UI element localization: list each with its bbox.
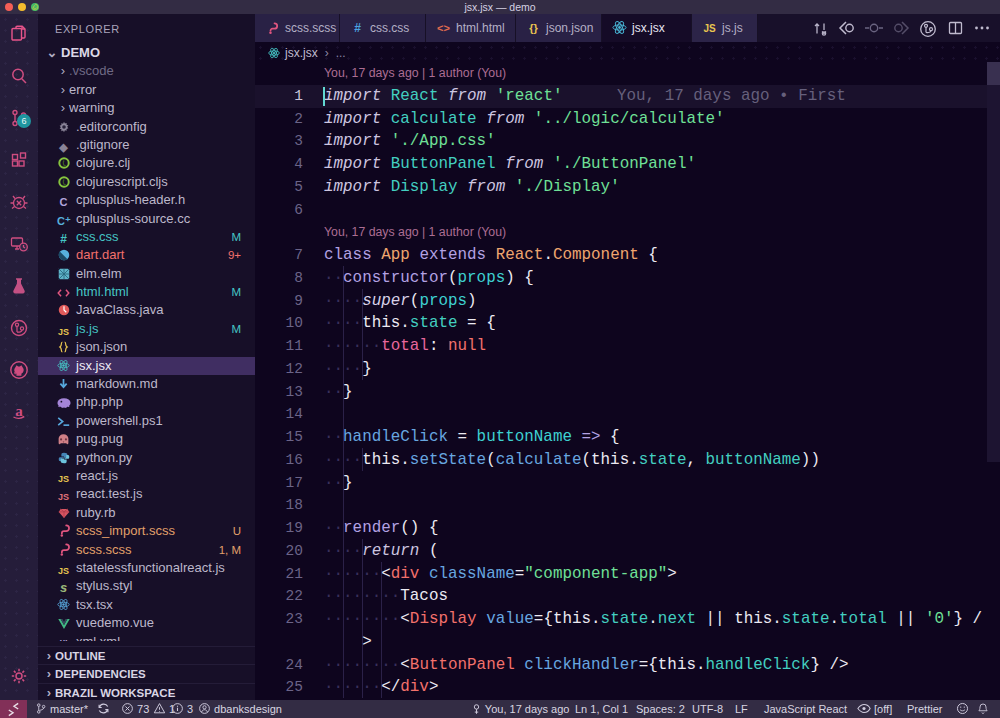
- svg-text:a: a: [15, 403, 23, 419]
